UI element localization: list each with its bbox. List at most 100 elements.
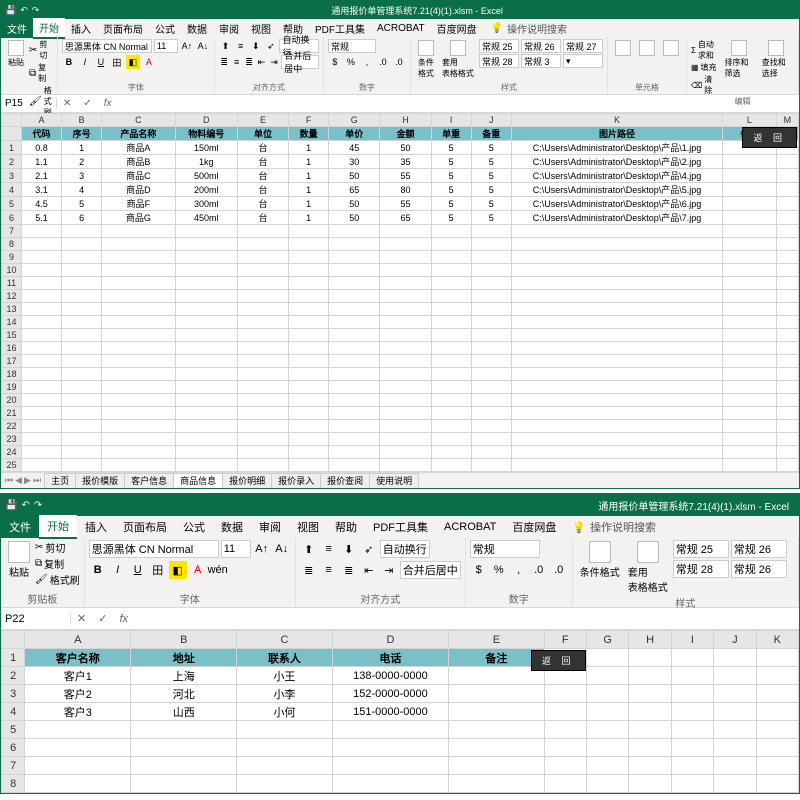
table-row[interactable]: 3客户2河北小李152-0000-0000 [2, 685, 799, 703]
tab-layout[interactable]: 页面布局 [115, 516, 175, 538]
table-row[interactable]: 19 [2, 381, 799, 394]
border-button[interactable]: 田 [149, 561, 167, 579]
tab-formula[interactable]: 公式 [175, 516, 213, 538]
underline-button[interactable]: U [94, 55, 108, 69]
tab-help[interactable]: 帮助 [327, 516, 365, 538]
fx-icon[interactable]: fx [113, 613, 134, 625]
sheet-tab[interactable]: 报价模版 [75, 473, 125, 488]
find-select-button[interactable]: 查找和选择 [759, 39, 794, 80]
bold-button[interactable]: B [62, 55, 76, 69]
worksheet-grid[interactable]: ABCDEFGHIJKLM 代码序号产品名称物料编号单位数量单价金额单重备重图片… [1, 113, 799, 472]
table-row[interactable]: 8 [2, 238, 799, 251]
fill-button[interactable]: ▦填充 [691, 62, 720, 73]
align-bot-icon[interactable]: ⬇ [340, 540, 358, 558]
tell-me[interactable]: 💡操作说明搜索 [491, 21, 567, 36]
align-top-icon[interactable]: ⬆ [219, 39, 232, 53]
tab-data[interactable]: 数据 [213, 516, 251, 538]
name-box[interactable]: P15 [1, 98, 57, 109]
tab-baidu[interactable]: 百度网盘 [431, 19, 483, 38]
cond-format-button[interactable]: 条件格式 [415, 39, 437, 80]
tab-view[interactable]: 视图 [245, 19, 277, 38]
style-more[interactable]: ▾ [563, 54, 603, 68]
orientation-icon[interactable]: ➶ [264, 39, 277, 53]
indent-inc-icon[interactable]: ⇥ [269, 55, 279, 69]
tab-review[interactable]: 审阅 [213, 19, 245, 38]
redo-icon[interactable]: ↷ [32, 5, 40, 16]
style-2b[interactable]: 常规 26 [731, 560, 787, 578]
table-row[interactable]: 25 [2, 459, 799, 472]
copy-button[interactable]: ⧉复制 [29, 62, 53, 84]
indent-inc-icon[interactable]: ⇥ [380, 561, 398, 579]
indent-dec-icon[interactable]: ⇤ [360, 561, 378, 579]
return-button[interactable]: 返 回 [531, 650, 586, 671]
sheet-tab[interactable]: 商品信息 [173, 473, 223, 488]
sheet-tab[interactable]: 报价查阅 [320, 473, 370, 488]
table-row[interactable]: 13 [2, 303, 799, 316]
dec-decimal-icon[interactable]: .0 [392, 55, 406, 69]
grow-font-icon[interactable]: A↑ [180, 39, 194, 53]
delete-cells-button[interactable] [636, 39, 658, 57]
table-row[interactable]: 2客户1上海小王138-0000-0000 [2, 667, 799, 685]
table-format-button[interactable]: 套用 表格格式 [625, 540, 671, 595]
tab-acrobat[interactable]: ACROBAT [371, 21, 431, 36]
font-size-select[interactable] [221, 540, 251, 558]
align-top-icon[interactable]: ⬆ [300, 540, 318, 558]
sheet-tab[interactable]: 报价明细 [222, 473, 272, 488]
cut-button[interactable]: ✂剪切 [35, 540, 80, 555]
sheet-tab[interactable]: 使用说明 [369, 473, 419, 488]
font-color-button[interactable]: A [142, 55, 156, 69]
tab-layout[interactable]: 页面布局 [97, 19, 149, 38]
table-row[interactable]: 10.81商品A150ml台1455055C:\Users\Administra… [2, 141, 799, 155]
align-right-icon[interactable]: ≣ [340, 561, 358, 579]
tell-me[interactable]: 💡操作说明搜索 [572, 519, 656, 535]
tab-nav-last-icon[interactable]: ⏭ [33, 475, 41, 486]
table-row[interactable]: 54.55商品F300ml台1505555C:\Users\Administra… [2, 197, 799, 211]
table-row[interactable]: 10 [2, 264, 799, 277]
font-size-select[interactable] [154, 39, 178, 53]
cut-button[interactable]: ✂剪切 [29, 39, 53, 61]
fx-icon[interactable]: fx [98, 98, 118, 109]
tab-insert[interactable]: 插入 [65, 19, 97, 38]
table-row[interactable]: 12 [2, 290, 799, 303]
font-color-button[interactable]: A [189, 561, 207, 579]
fill-color-button[interactable]: ◧ [126, 55, 140, 69]
sheet-tab[interactable]: 客户信息 [124, 473, 174, 488]
table-row[interactable]: 15 [2, 329, 799, 342]
table-row[interactable]: 65.16商品G450ml台1506555C:\Users\Administra… [2, 211, 799, 225]
tab-insert[interactable]: 插入 [77, 516, 115, 538]
inc-decimal-icon[interactable]: .0 [376, 55, 390, 69]
table-row[interactable]: 21 [2, 407, 799, 420]
font-name-select[interactable] [62, 39, 152, 53]
autosum-button[interactable]: Σ自动求和 [691, 39, 720, 61]
merge-button[interactable]: 合并后居中 [400, 561, 461, 579]
tab-home[interactable]: 开始 [33, 18, 65, 39]
format-cells-button[interactable] [660, 39, 682, 57]
sort-filter-button[interactable]: 排序和筛选 [721, 39, 756, 80]
return-button[interactable]: 返 回 [742, 127, 797, 148]
sheet-tab[interactable]: 主页 [44, 473, 76, 488]
column-headers[interactable]: ABCDEFGHIJK [2, 631, 799, 649]
cancel-icon[interactable]: ✕ [57, 98, 77, 109]
tab-file[interactable]: 文件 [1, 516, 39, 538]
tab-file[interactable]: 文件 [1, 19, 33, 38]
clear-button[interactable]: ⌫清除 [691, 74, 720, 96]
table-row[interactable]: 22 [2, 420, 799, 433]
table-header-row[interactable]: 1 客户名称地址联系人电话备注 [2, 649, 799, 667]
tab-view[interactable]: 视图 [289, 516, 327, 538]
underline-button[interactable]: U [129, 561, 147, 579]
align-center-icon[interactable]: ≡ [320, 561, 338, 579]
table-row[interactable]: 20 [2, 394, 799, 407]
tab-home[interactable]: 开始 [39, 515, 77, 539]
table-row[interactable]: 16 [2, 342, 799, 355]
shrink-font-icon[interactable]: A↓ [196, 39, 210, 53]
comma-icon[interactable]: , [510, 561, 528, 579]
italic-button[interactable]: I [78, 55, 92, 69]
table-row[interactable]: 23 [2, 433, 799, 446]
tab-baidu[interactable]: 百度网盘 [504, 516, 564, 538]
dec-decimal-icon[interactable]: .0 [550, 561, 568, 579]
table-row[interactable]: 5 [2, 721, 799, 739]
percent-icon[interactable]: % [344, 55, 358, 69]
currency-icon[interactable]: $ [470, 561, 488, 579]
table-row[interactable]: 11 [2, 277, 799, 290]
cond-format-button[interactable]: 条件格式 [577, 540, 623, 580]
